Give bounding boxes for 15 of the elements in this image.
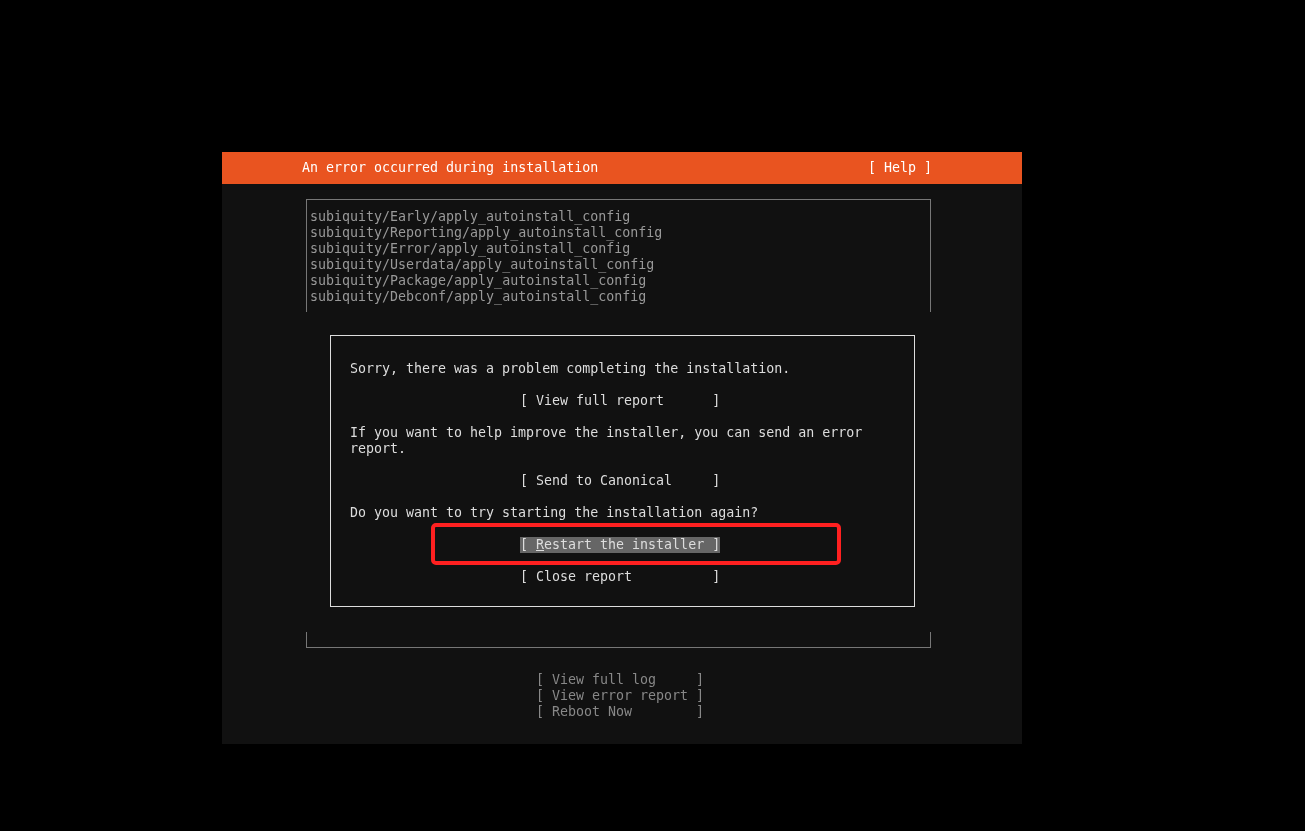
log-line: subiquity/Package/apply_autoinstall_config bbox=[310, 273, 648, 289]
dialog-message: Do you want to try starting the installation again? bbox=[350, 505, 760, 521]
dialog-button[interactable]: [ View full report ] bbox=[520, 393, 721, 409]
help-button[interactable]: [ Help ] bbox=[867, 160, 932, 176]
dialog-message: Sorry, there was a problem completing the installation. bbox=[350, 361, 792, 377]
dialog-button[interactable]: [ Close report ] bbox=[520, 569, 721, 585]
log-line: subiquity/Userdata/apply_autoinstall_config bbox=[310, 257, 656, 273]
dialog-button[interactable]: [ Restart the installer ] bbox=[520, 537, 721, 553]
dialog-message: If you want to help improve the installer, you can send an error report. bbox=[350, 425, 864, 457]
screen-title: An error occurred during installation bbox=[302, 160, 599, 176]
log-line: subiquity/Reporting/apply_autoinstall_config bbox=[310, 225, 664, 241]
dialog-button[interactable]: [ Send to Canonical ] bbox=[520, 473, 721, 489]
log-line: subiquity/Debconf/apply_autoinstall_config bbox=[310, 289, 648, 305]
log-line: subiquity/Error/apply_autoinstall_config bbox=[310, 241, 632, 257]
log-line: subiquity/Early/apply_autoinstall_config bbox=[310, 209, 632, 225]
